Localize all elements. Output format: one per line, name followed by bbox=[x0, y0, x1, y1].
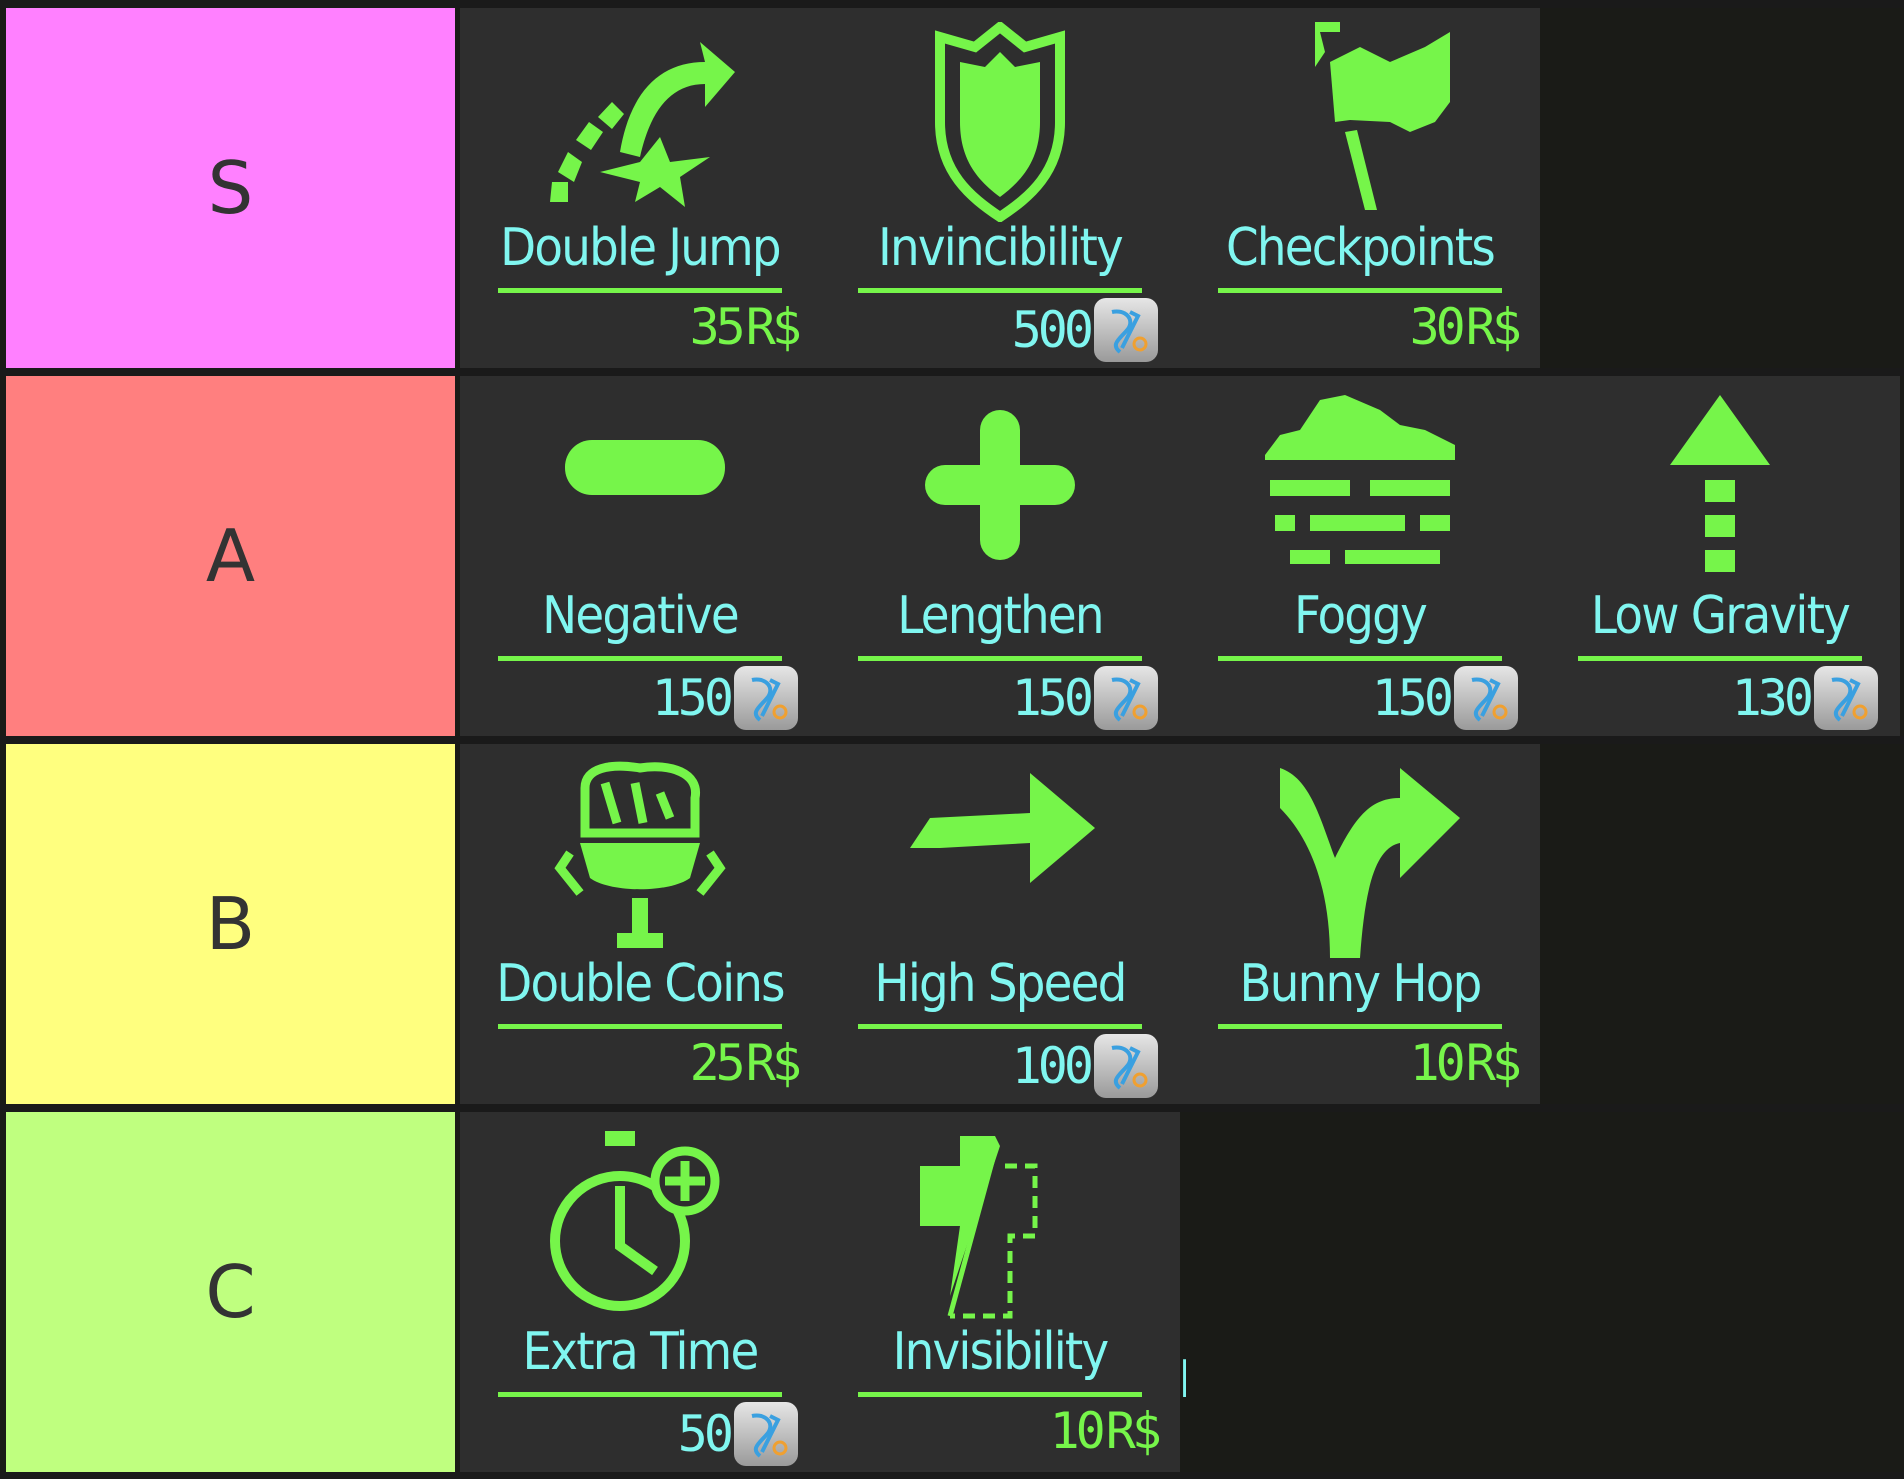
item-name: Invincibility bbox=[878, 218, 1124, 278]
robux-label: R$ bbox=[1465, 298, 1522, 356]
item-price: 25 R$ bbox=[689, 1034, 802, 1092]
item-name: Invisibility bbox=[892, 1322, 1110, 1382]
item-name: Double Coins bbox=[496, 954, 785, 1014]
item-underline bbox=[498, 1024, 782, 1029]
tier-label[interactable]: B bbox=[6, 744, 455, 1104]
item-tile[interactable]: High Speed 100 bbox=[820, 744, 1180, 1104]
item-price: 50 bbox=[678, 1402, 798, 1466]
item-price: 35 R$ bbox=[689, 298, 802, 356]
price-value: 10 bbox=[1049, 1402, 1106, 1460]
item-tile[interactable]: Negative 150 bbox=[460, 376, 820, 736]
item-name: Lengthen bbox=[897, 586, 1104, 646]
item-price: 10 R$ bbox=[1409, 1034, 1522, 1092]
tier-label[interactable]: A bbox=[6, 376, 455, 736]
tier-row-s: S Double Jump 35 R$ Invincibility 500 Ch… bbox=[0, 8, 1904, 368]
item-tile[interactable]: Invincibility 500 bbox=[820, 8, 1180, 368]
price-value: 25 bbox=[689, 1034, 746, 1092]
item-price: 100 bbox=[1012, 1034, 1158, 1098]
token-currency-icon bbox=[734, 666, 798, 730]
price-value: 10 bbox=[1409, 1034, 1466, 1092]
item-tile[interactable]: Invisibility 10 R$ bbox=[820, 1112, 1180, 1472]
item-name: Bunny Hop bbox=[1239, 954, 1482, 1014]
token-currency-icon bbox=[1814, 666, 1878, 730]
item-underline bbox=[858, 1392, 1142, 1397]
stopwatch-plus-icon bbox=[550, 1131, 720, 1311]
robux-label: R$ bbox=[1105, 1402, 1162, 1460]
item-tile[interactable]: Checkpoints 30 R$ bbox=[1180, 8, 1540, 368]
tier-label[interactable]: S bbox=[6, 8, 455, 368]
item-name: Negative bbox=[542, 586, 739, 646]
tier-items: Double Coins 25 R$ High Speed 100 Bunny … bbox=[460, 744, 1540, 1104]
arrow-right-icon bbox=[910, 773, 1095, 883]
token-currency-icon bbox=[1454, 666, 1518, 730]
item-price: 10 R$ bbox=[1049, 1402, 1162, 1460]
item-underline bbox=[1218, 656, 1502, 661]
tier-items: Negative 150 Lengthen 150 Foggy 150 Low … bbox=[460, 376, 1900, 736]
price-value: 50 bbox=[677, 1405, 734, 1463]
item-tile[interactable]: Bunny Hop 10 R$ bbox=[1180, 744, 1540, 1104]
price-value: 35 bbox=[689, 298, 746, 356]
price-value: 30 bbox=[1409, 298, 1466, 356]
item-price: 150 bbox=[652, 666, 798, 730]
item-price: 500 bbox=[1012, 298, 1158, 362]
item-underline bbox=[858, 1024, 1142, 1029]
item-name: Foggy bbox=[1293, 586, 1428, 646]
price-value: 150 bbox=[651, 669, 734, 727]
item-name: Double Jump bbox=[500, 218, 781, 278]
item-name: Checkpoints bbox=[1226, 218, 1496, 278]
item-underline bbox=[498, 288, 782, 293]
fog-icon bbox=[1265, 395, 1455, 564]
token-currency-icon bbox=[1094, 1034, 1158, 1098]
price-value: 100 bbox=[1011, 1037, 1094, 1095]
robux-label: R$ bbox=[745, 298, 802, 356]
item-tile[interactable]: Foggy 150 bbox=[1180, 376, 1540, 736]
tier-row-b: B Double Coins 25 R$ High Speed 100 Bunn… bbox=[0, 744, 1904, 1104]
item-name: Extra Time bbox=[522, 1322, 760, 1382]
robux-label: R$ bbox=[1465, 1034, 1522, 1092]
item-price: 150 bbox=[1372, 666, 1518, 730]
item-name: High Speed bbox=[874, 954, 1127, 1014]
item-underline bbox=[1578, 656, 1862, 661]
tier-items: Extra Time 50 Invisibility 10 R$ bbox=[460, 1112, 1180, 1472]
price-value: 130 bbox=[1731, 669, 1814, 727]
item-tile[interactable]: Lengthen 150 bbox=[820, 376, 1180, 736]
invisibility-icon bbox=[920, 1136, 1038, 1319]
item-price: 150 bbox=[1012, 666, 1158, 730]
flag-icon bbox=[1315, 22, 1450, 210]
fork-arrow-icon bbox=[1280, 768, 1460, 958]
arrow-up-icon bbox=[1670, 395, 1770, 572]
item-underline bbox=[858, 288, 1142, 293]
price-value: 150 bbox=[1371, 669, 1454, 727]
tier-label[interactable]: C bbox=[6, 1112, 455, 1472]
token-currency-icon bbox=[734, 1402, 798, 1466]
token-currency-icon bbox=[1094, 298, 1158, 362]
price-value: 150 bbox=[1011, 669, 1094, 727]
double-jump-icon bbox=[550, 42, 735, 207]
tier-row-c: C Extra Time 50 Invisibility 10 R$ I bbox=[0, 1112, 1904, 1472]
minus-icon bbox=[565, 440, 725, 495]
item-price: 30 R$ bbox=[1409, 298, 1522, 356]
plus-icon bbox=[925, 410, 1075, 560]
tier-items: Double Jump 35 R$ Invincibility 500 Chec… bbox=[460, 8, 1540, 368]
item-underline bbox=[498, 1392, 782, 1397]
clipped-item-name: I bbox=[1178, 1350, 1186, 1410]
item-underline bbox=[1218, 288, 1502, 293]
item-tile[interactable]: Extra Time 50 bbox=[460, 1112, 820, 1472]
price-value: 500 bbox=[1011, 301, 1094, 359]
token-currency-icon bbox=[1094, 666, 1158, 730]
tier-row-a: A Negative 150 Lengthen 150 Foggy 150 Lo… bbox=[0, 376, 1904, 736]
robux-label: R$ bbox=[745, 1034, 802, 1092]
item-underline bbox=[858, 656, 1142, 661]
item-underline bbox=[1218, 1024, 1502, 1029]
coin-trophy-icon bbox=[554, 761, 726, 948]
item-price: 130 bbox=[1732, 666, 1878, 730]
item-tile[interactable]: Double Jump 35 R$ bbox=[460, 8, 820, 368]
item-name: Low Gravity bbox=[1590, 586, 1851, 646]
item-tile[interactable]: Low Gravity 130 bbox=[1540, 376, 1900, 736]
shield-icon bbox=[935, 22, 1065, 222]
item-underline bbox=[498, 656, 782, 661]
item-tile[interactable]: Double Coins 25 R$ bbox=[460, 744, 820, 1104]
